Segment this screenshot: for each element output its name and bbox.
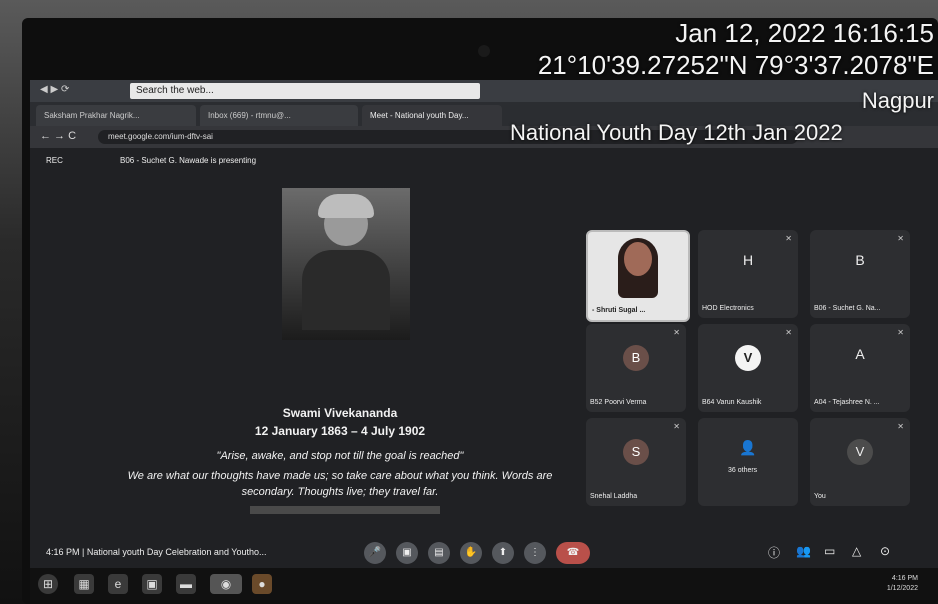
slide-quote-2: We are what our thoughts have made us; s…: [127, 470, 553, 482]
back-forward-reload-icon[interactable]: ← → C: [40, 130, 76, 142]
participant-name: Snehal Laddha: [590, 493, 638, 500]
participant-initial: H: [742, 252, 754, 268]
participant-tile[interactable]: ✕ V You: [810, 418, 910, 506]
screen: ◀ ▶ ⟳ Search the web... Saksham Prakhar …: [30, 80, 938, 600]
people-group-icon: 👤: [739, 439, 757, 456]
webcam-dot: [478, 45, 490, 57]
overlay-coordinates: 21°10'39.27252"N 79°3'37.2078"E: [537, 50, 934, 80]
slide-name: Swami Vivekananda: [282, 406, 398, 420]
others-count: 36 others: [728, 467, 758, 474]
mic-off-icon: ✕: [785, 328, 792, 337]
participant-tile[interactable]: ✕ V B64 Varun Kaushik: [698, 324, 798, 412]
meet-controls-bar: 4:16 PM | National youth Day Celebration…: [30, 538, 938, 568]
meeting-label: 4:16 PM | National youth Day Celebration…: [46, 547, 267, 557]
camera-icon[interactable]: ▣: [396, 542, 418, 564]
slide-quote-3: secondary. Thoughts live; they travel fa…: [241, 486, 439, 498]
portrait-body: [302, 250, 390, 330]
mic-off-icon: ✕: [897, 422, 904, 431]
tab-meet[interactable]: Meet - National youth Day...: [362, 105, 502, 126]
people-icon[interactable]: 👥: [796, 544, 811, 558]
participant-initial: B: [855, 252, 865, 268]
task-view-icon[interactable]: ▦: [74, 574, 94, 594]
tab-saksham[interactable]: Saksham Prakhar Nagrik...: [36, 105, 196, 126]
mic-off-icon: ✕: [897, 328, 904, 337]
search-input[interactable]: Search the web...: [130, 83, 480, 99]
chat-icon[interactable]: ▭: [824, 544, 835, 558]
nav-dots-icon[interactable]: ◀ ▶ ⟳: [40, 84, 69, 95]
mic-off-icon: ✕: [785, 234, 792, 243]
participant-name: You: [814, 493, 826, 500]
participant-name: B06 - Suchet G. Na...: [814, 305, 881, 312]
participant-name: - Shruti Sugal ...: [592, 307, 646, 314]
mic-off-icon: ✕: [673, 422, 680, 431]
present-icon[interactable]: ⬆: [492, 542, 514, 564]
captions-icon[interactable]: ▤: [428, 542, 450, 564]
rec-indicator: REC: [46, 156, 63, 165]
participant-tile-others[interactable]: 👤 36 others: [698, 418, 798, 506]
slide-quote-1: "Arise, awake, and stop not till the goa…: [216, 450, 464, 462]
participant-tile-self[interactable]: - Shruti Sugal ...: [586, 230, 690, 322]
activities-icon[interactable]: △: [852, 544, 861, 558]
raise-hand-icon[interactable]: ✋: [460, 542, 482, 564]
slide-footer-bar: [250, 506, 440, 514]
participant-tile[interactable]: ✕ H HOD Electronics: [698, 230, 798, 318]
start-button-icon[interactable]: ⊞: [38, 574, 58, 594]
participant-initial: A: [855, 346, 865, 362]
participant-name: B64 Varun Kaushik: [702, 399, 762, 406]
participant-avatar: B: [623, 345, 649, 371]
info-icon[interactable]: ⓘ: [768, 544, 780, 561]
file-explorer-icon[interactable]: ▬: [176, 574, 196, 594]
slide-dates: 12 January 1863 – 4 July 1902: [254, 424, 426, 438]
participant-avatar: S: [623, 439, 649, 465]
participant-name: B52 Poorvi Verma: [590, 399, 647, 406]
tab-inbox[interactable]: Inbox (669) - rtmnu@...: [200, 105, 358, 126]
search-bar-strip: ◀ ▶ ⟳ Search the web...: [30, 80, 938, 102]
vivekananda-portrait: [282, 188, 410, 340]
edge-browser-icon[interactable]: e: [108, 574, 128, 594]
participant-name: A04 - Tejashree N. ...: [814, 399, 880, 406]
chrome-icon[interactable]: ◉: [210, 574, 242, 594]
system-clock[interactable]: 4:16 PM 1/12/2022: [887, 574, 918, 594]
clock-time: 4:16 PM: [891, 575, 918, 582]
participant-tile[interactable]: ✕ B B52 Poorvi Verma: [586, 324, 686, 412]
microphone-icon[interactable]: 🎤: [364, 542, 386, 564]
mic-off-icon: ✕: [897, 234, 904, 243]
clock-date: 1/12/2022: [886, 585, 918, 592]
end-call-button[interactable]: ☎: [556, 542, 590, 564]
windows-taskbar: ⊞ ▦ e ▣ ▬ ◉ ● 4:16 PM 1/12/2022: [30, 568, 938, 600]
overlay-datetime: Jan 12, 2022 16:16:15: [675, 18, 934, 48]
participant-avatar: V: [735, 345, 761, 371]
meet-header: REC B06 - Suchet G. Nawade is presenting: [30, 148, 938, 178]
participant-avatar: V: [847, 439, 873, 465]
presentation-stage: Swami Vivekananda 12 January 1863 – 4 Ju…: [60, 180, 620, 535]
overlay-city: Nagpur: [861, 88, 934, 113]
host-controls-icon[interactable]: ⊙: [880, 544, 890, 558]
participant-face: [624, 242, 652, 276]
overlay-event: National Youth Day 12th Jan 2022: [510, 120, 843, 145]
participant-tile[interactable]: ✕ B B06 - Suchet G. Na...: [810, 230, 910, 318]
portrait-turban: [318, 194, 374, 218]
participant-name: HOD Electronics: [702, 305, 754, 312]
more-options-icon[interactable]: ⋮: [524, 542, 546, 564]
mic-off-icon: ✕: [673, 328, 680, 337]
participant-tile[interactable]: ✕ A A04 - Tejashree N. ...: [810, 324, 910, 412]
participant-tile[interactable]: ✕ S Snehal Laddha: [586, 418, 686, 506]
presenting-label: B06 - Suchet G. Nawade is presenting: [120, 156, 257, 165]
store-icon[interactable]: ▣: [142, 574, 162, 594]
app-icon[interactable]: ●: [252, 574, 272, 594]
